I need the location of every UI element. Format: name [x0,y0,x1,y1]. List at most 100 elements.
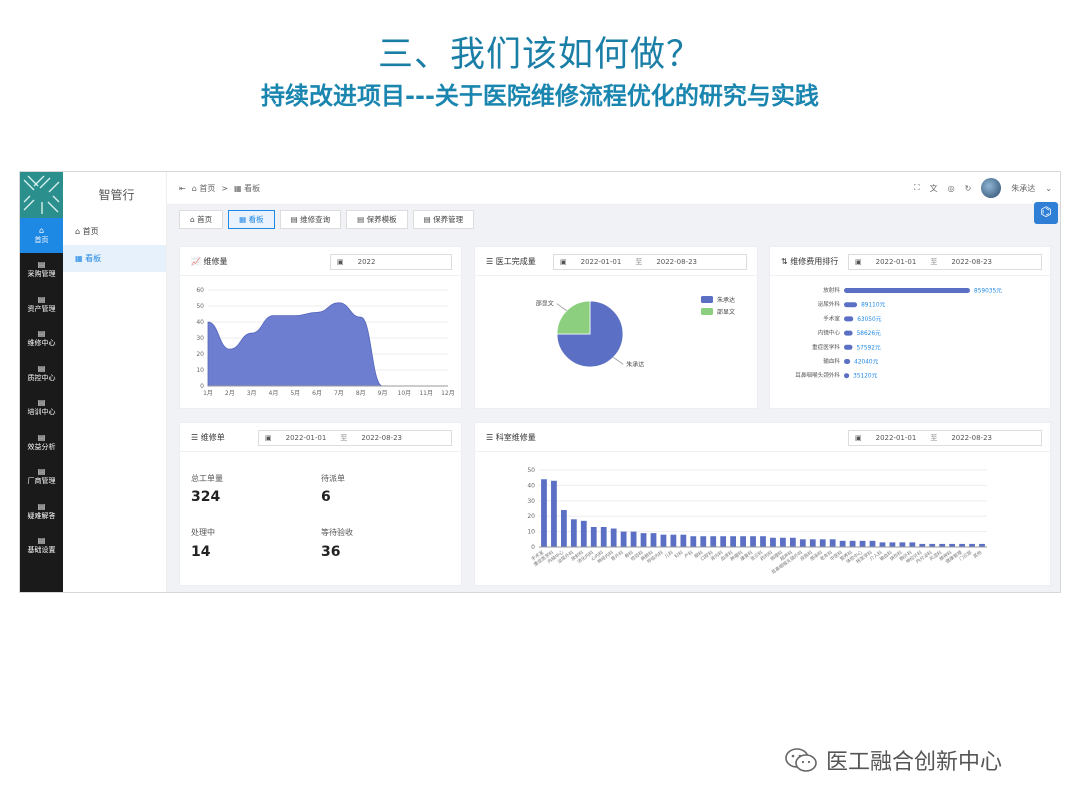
nav-item-7[interactable]: ▤ 厂商管理 [20,460,63,495]
doc-icon: ▤ [290,215,301,224]
fullscreen-icon[interactable]: ⛶ [914,183,920,193]
app-badge-icon[interactable]: ⌬ [1034,202,1058,224]
stat-value: 36 [321,544,341,560]
category-label: 泌尿外科 [818,300,841,308]
y-tick-label: 50 [196,303,204,310]
nav-item-4[interactable]: ▤ 质控中心 [20,356,63,391]
legend-label: 邵显文 [717,308,735,316]
calendar-icon: ▣ [855,434,862,442]
card-repair-orders: ☰ 维修单 ▣ 2022-01-01 至 2022-08-23 总工单量 324 待派… [179,422,462,586]
side-item-board[interactable]: ▦ 看板 [63,245,166,272]
breadcrumb-current-label: 看板 [244,184,261,193]
department-bar [909,542,916,547]
department-bar [541,479,547,547]
y-tick-label: 20 [527,513,535,520]
doc-icon: ▤ [37,536,46,546]
x-tick-label: 其他 [972,549,984,560]
chevron-down-icon[interactable]: ⌄ [1045,184,1052,193]
refresh-icon[interactable]: ↻ [965,184,972,193]
value-label: 58626元 [857,330,881,337]
card-title-text: 医工完成量 [495,257,536,266]
collapse-menu-icon[interactable]: ⇤ [179,184,186,193]
pie-leader-line [556,303,567,312]
card-title: ☰ 科室维修量 [486,433,536,442]
breadcrumb-separator: > [221,184,229,193]
department-bar [551,480,557,547]
tab-4[interactable]: ▤ 保养管理 [412,210,475,229]
date-end: 2022-08-23 [951,258,992,266]
x-tick-label: 2月 [225,390,235,397]
department-bar [730,536,737,547]
nav-item-label: 厂商管理 [27,477,56,486]
doc-icon: ▤ [357,215,367,224]
doc-icon: ▤ [37,501,46,511]
year-picker[interactable]: ▣ 2022 [330,254,452,270]
card-repair-volume: 📈 维修量 ▣ 2022 0 10 20 30 40 50 60 1月 2月 3月 4月 5月 6月 7月 8… [179,246,462,409]
category-label: 重症医学科 [812,343,840,351]
y-tick-label: 10 [527,529,535,536]
date-range-picker[interactable]: ▣ 2022-01-01 至 2022-08-23 [848,254,1042,270]
breadcrumb: ⇤ ⌂ 首页 > ▦ 看板 [179,183,260,194]
nav-item-9[interactable]: ▤ 基础设置 [20,529,63,564]
legend-label: 朱承达 [717,296,735,304]
nav-item-label: 采购管理 [27,270,56,279]
nav-item-0[interactable]: ⌂ 首页 [20,218,63,253]
department-bar [690,536,697,547]
date-range-picker[interactable]: ▣ 2022-01-01 至 2022-08-23 [848,430,1042,446]
calendar-icon: ▣ [560,258,567,266]
tab-1[interactable]: ▦ 看板 [228,210,275,229]
category-label: 耳鼻咽喉头颈外科 [795,371,840,379]
nav-item-label: 质控中心 [27,373,56,382]
card-title: ☰ 医工完成量 [486,257,536,266]
cost-bar [844,288,970,293]
nav-item-8[interactable]: ▤ 疑难解答 [20,494,63,529]
value-label: 859035元 [974,288,1002,295]
nav-item-6[interactable]: ▤ 效益分析 [20,425,63,460]
nav-item-label: 疑难解答 [27,511,56,520]
stat-value: 6 [321,489,331,505]
app-logo[interactable] [20,172,63,218]
nav-item-label: 培训中心 [27,408,56,417]
card-title: ☰ 维修单 [191,433,225,442]
value-label: 35120元 [853,373,877,380]
nav-item-5[interactable]: ▤ 培训中心 [20,391,63,426]
breadcrumb-home[interactable]: ⌂ 首页 [192,183,216,194]
date-range-picker[interactable]: ▣ 2022-01-01 至 2022-08-23 [258,430,452,446]
year-value: 2022 [357,258,376,266]
tab-label: 看板 [248,215,264,224]
card-cost-ranking: ⇅ 维修费用排行 ▣ 2022-01-01 至 2022-08-23 放射科 85903… [769,246,1051,409]
pie-label: 邵显文 [536,300,554,308]
avatar[interactable] [981,178,1002,198]
pie-slice [556,300,591,335]
y-tick-label: 10 [196,367,204,374]
nav-item-3[interactable]: ▤ 维修中心 [20,322,63,357]
nav-item-2[interactable]: ▤ 资产管理 [20,287,63,322]
y-tick-label: 0 [200,383,204,390]
cost-bar [844,344,853,350]
department-bar [610,528,617,547]
breadcrumb-current: ▦ 看板 [234,184,261,193]
cost-bar [844,330,853,336]
x-tick-label: 11月 [419,390,433,397]
tab-0[interactable]: ⌂ 首页 [179,210,224,229]
cost-ranking-chart: 放射科 859035元泌尿外科 89110元手术室 63050元内镜中心 58626元重… [795,286,1002,380]
y-tick-label: 50 [527,467,535,474]
main-area: ⇤ ⌂ 首页 > ▦ 看板 ⛶ 文 ◎ ↻ 朱承达 ⌄ ⌬ ⌂ 首页 ▦ 看板 ▤ … [167,172,1060,592]
date-end: 2022-08-23 [951,434,992,442]
department-bar [580,520,587,547]
side-item-home[interactable]: ⌂ 首页 [63,218,166,245]
tab-3[interactable]: ▤ 保养模板 [346,210,408,229]
department-bar [849,540,856,547]
department-bar [660,534,667,547]
nav-item-1[interactable]: ▤ 采购管理 [20,253,63,288]
tab-2[interactable]: ▤ 维修查询 [279,210,342,229]
translate-icon[interactable]: 文 [930,183,938,194]
user-name[interactable]: 朱承达 [1011,183,1035,194]
department-bar [879,542,886,547]
x-tick-label: 10月 [398,390,412,397]
department-bar [680,534,687,547]
date-range-picker[interactable]: ▣ 2022-01-01 至 2022-08-23 [553,254,747,270]
legend-swatch [701,308,713,315]
theme-icon[interactable]: ◎ [948,184,955,193]
department-bar [650,533,657,547]
